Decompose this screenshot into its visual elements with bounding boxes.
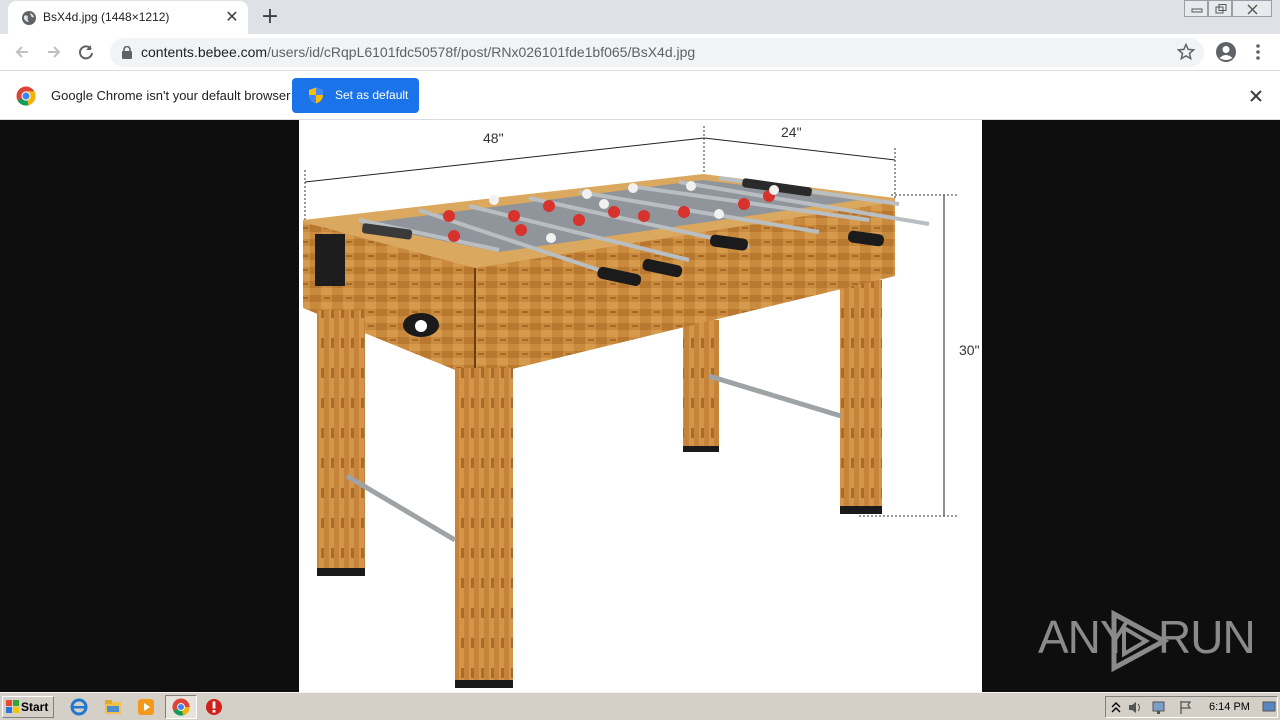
- watermark-text-run: RUN: [1158, 611, 1256, 663]
- forward-icon[interactable]: [44, 42, 64, 62]
- globe-icon: [22, 11, 36, 25]
- restore-button[interactable]: [1208, 0, 1232, 17]
- close-icon[interactable]: ✕: [224, 9, 240, 25]
- tab-strip: BsX4d.jpg (1448×1212) ✕ +: [0, 0, 1280, 34]
- width-dimension-label: 48": [483, 130, 504, 146]
- url-host: contents.bebee.com: [141, 44, 268, 60]
- tab-active[interactable]: BsX4d.jpg (1448×1212) ✕: [8, 1, 248, 34]
- menu-dots-icon[interactable]: [1250, 42, 1266, 62]
- window-close-button[interactable]: [1232, 0, 1272, 17]
- url-text[interactable]: contents.bebee.com/users/id/cRqpL6101fdc…: [141, 44, 695, 60]
- set-as-default-button[interactable]: Set as default: [292, 78, 419, 113]
- image-viewport: 48" 24" 30" ANY RUN: [0, 120, 1280, 692]
- ie-icon[interactable]: [70, 698, 88, 716]
- minimize-button[interactable]: [1184, 0, 1208, 17]
- start-button[interactable]: Start: [2, 696, 54, 718]
- infobar-message: Google Chrome isn't your default browser: [51, 88, 291, 103]
- bookmark-star-icon[interactable]: [1177, 43, 1195, 61]
- lock-icon[interactable]: [121, 46, 133, 59]
- window-close-icon: [1247, 4, 1258, 15]
- address-bar[interactable]: contents.bebee.com/users/id/cRqpL6101fdc…: [110, 38, 1204, 67]
- depth-dimension-label: 24": [781, 124, 802, 140]
- volume-icon[interactable]: [1128, 700, 1144, 715]
- screen: BsX4d.jpg (1448×1212) ✕ + contents.bebee…: [0, 0, 1280, 720]
- clock: 6:14 PM: [1209, 701, 1250, 713]
- tray-expand-icon[interactable]: [1111, 700, 1121, 714]
- action-center-flag-icon[interactable]: [1178, 700, 1194, 715]
- windows-flag-icon: [6, 700, 19, 713]
- url-path: /users/id/cRqpL6101fdc50578f/post/RNx026…: [267, 44, 696, 60]
- chrome-taskbar-button[interactable]: [165, 695, 197, 719]
- show-desktop-icon[interactable]: [1262, 700, 1276, 714]
- explorer-icon[interactable]: [104, 698, 122, 716]
- network-icon[interactable]: [1152, 700, 1168, 715]
- chrome-logo-icon: [16, 86, 36, 106]
- default-browser-infobar: Google Chrome isn't your default browser…: [0, 71, 1280, 120]
- account-icon[interactable]: [1215, 41, 1237, 63]
- back-icon[interactable]: [12, 42, 32, 62]
- foosball-table-image: 48" 24" 30": [299, 120, 982, 692]
- set-as-default-label: Set as default: [335, 88, 409, 102]
- taskbar: Start 6:14 PM: [0, 692, 1280, 720]
- shield-icon: [309, 87, 323, 104]
- chrome-icon: [172, 698, 190, 716]
- infobar-close-icon[interactable]: [1247, 87, 1265, 105]
- foosball-table-illustration: [303, 126, 957, 688]
- stop-icon[interactable]: [205, 698, 223, 716]
- toolbar: contents.bebee.com/users/id/cRqpL6101fdc…: [0, 34, 1280, 71]
- restore-icon: [1215, 4, 1227, 14]
- system-tray: 6:14 PM: [1105, 696, 1278, 718]
- height-dimension-label: 30": [959, 342, 980, 358]
- start-label: Start: [21, 700, 49, 714]
- new-tab-button[interactable]: +: [260, 6, 280, 28]
- reload-icon[interactable]: [76, 42, 96, 62]
- tab-title: BsX4d.jpg (1448×1212): [43, 10, 170, 24]
- media-player-icon[interactable]: [137, 698, 155, 716]
- minimize-icon: [1191, 8, 1203, 13]
